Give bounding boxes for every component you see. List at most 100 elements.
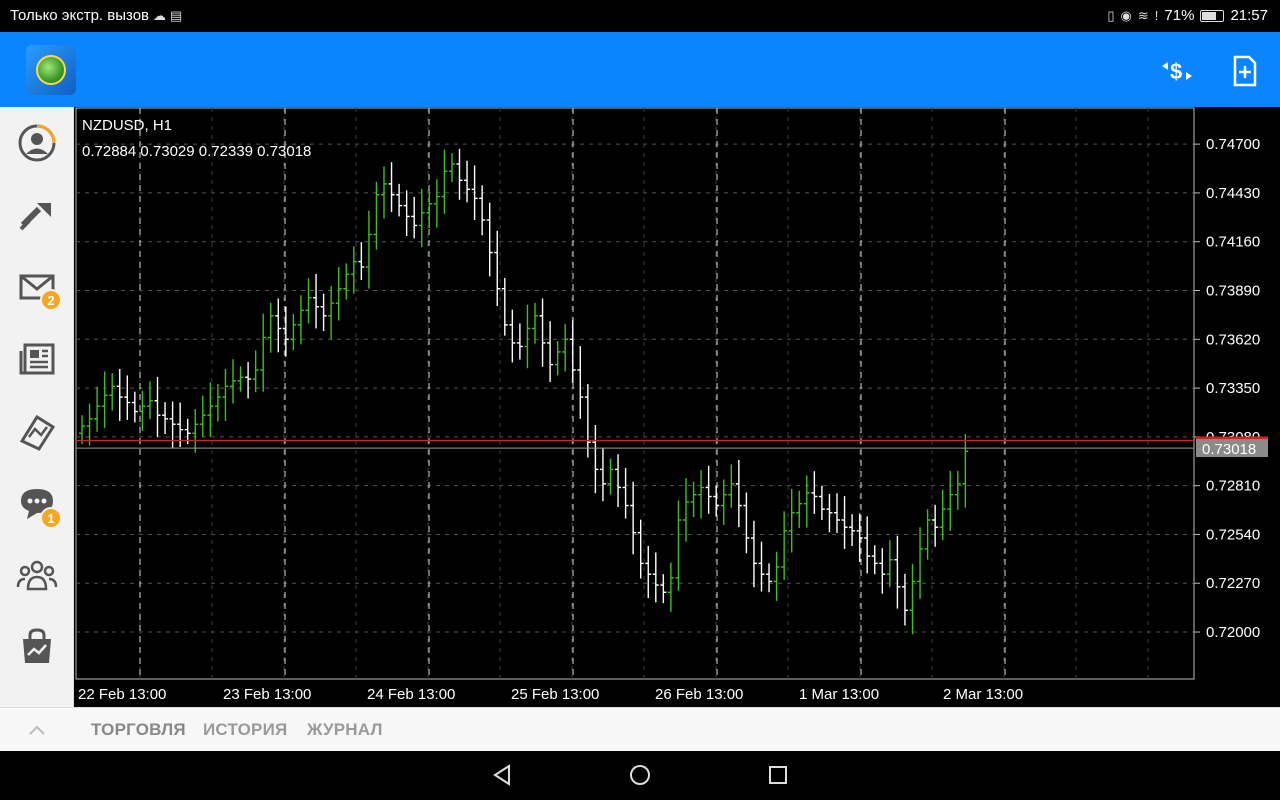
price-bar xyxy=(675,500,682,591)
sidebar-item-trade[interactable] xyxy=(0,179,73,251)
price-bar xyxy=(532,302,538,344)
chevron-up-icon[interactable] xyxy=(28,724,46,736)
metatrader-logo[interactable] xyxy=(26,45,76,95)
sidebar-item-market[interactable] xyxy=(0,611,73,683)
tradays-icon xyxy=(19,414,56,451)
price-bar xyxy=(917,527,924,599)
price-bar xyxy=(607,458,614,495)
sidebar-item-account[interactable] xyxy=(0,107,73,179)
price-bar xyxy=(554,341,561,376)
price-bar xyxy=(547,321,554,382)
price-bar xyxy=(199,395,206,438)
cloud-icon: ☁ xyxy=(153,7,167,23)
price-bar xyxy=(501,277,508,336)
price-bar xyxy=(358,242,365,281)
price-bar xyxy=(275,298,282,353)
carrier-text: Только экстр. вызов xyxy=(10,7,150,24)
news-icon xyxy=(19,343,55,375)
y-tick-label: 0.74430 xyxy=(1206,185,1260,202)
price-bar xyxy=(396,183,403,217)
price-bar xyxy=(577,346,584,419)
price-bar xyxy=(335,267,342,321)
price-bar xyxy=(305,278,312,324)
account-icon xyxy=(18,124,56,162)
price-bar xyxy=(652,552,659,603)
price-bar xyxy=(433,179,440,228)
price-bar xyxy=(509,309,516,363)
price-bar xyxy=(267,302,274,353)
market-icon xyxy=(23,628,51,663)
price-bar xyxy=(116,368,123,421)
price-bar xyxy=(124,375,131,420)
sidebar-item-community[interactable] xyxy=(0,539,73,611)
tab-trade[interactable]: ТОРГОВЛЯ xyxy=(91,720,186,740)
clock: 21:57 xyxy=(1230,7,1268,24)
x-tick-label: 22 Feb 13:00 xyxy=(78,686,166,703)
price-bar xyxy=(109,373,116,411)
price-bar xyxy=(796,490,803,528)
price-bar xyxy=(403,190,410,236)
price-bar xyxy=(448,153,455,183)
price-bar xyxy=(320,293,327,331)
sidebar-item-tradays[interactable] xyxy=(0,395,73,467)
price-bar xyxy=(803,475,810,528)
price-bar xyxy=(524,304,531,369)
tab-journal[interactable]: ЖУРНАЛ xyxy=(307,720,383,740)
price-bar xyxy=(773,551,780,601)
chart-ohlc-values: 0.72884 0.73029 0.72339 0.73018 xyxy=(82,143,312,160)
price-bar xyxy=(411,196,418,239)
new-order-button[interactable] xyxy=(1226,52,1264,90)
sidebar-item-mail[interactable]: 2 xyxy=(0,251,73,323)
x-tick-label: 26 Feb 13:00 xyxy=(655,686,743,703)
tab-history[interactable]: ИСТОРИЯ xyxy=(203,720,287,740)
price-bar xyxy=(841,496,848,549)
vibrate-icon: ▯ xyxy=(1107,7,1115,23)
mail-badge: 2 xyxy=(40,289,62,311)
price-bar xyxy=(781,511,788,580)
price-bar xyxy=(932,504,939,547)
price-bar xyxy=(230,359,236,404)
y-tick-label: 0.72540 xyxy=(1206,526,1260,543)
battery-percent: 71% xyxy=(1164,7,1195,24)
price-bar xyxy=(954,470,961,510)
recents-icon[interactable] xyxy=(766,763,790,787)
price-bar xyxy=(297,295,304,345)
chat-badge: 1 xyxy=(40,507,62,529)
price-bar xyxy=(637,519,644,579)
price-bar xyxy=(516,323,523,360)
price-bar xyxy=(660,574,667,604)
sidebar-item-news[interactable] xyxy=(0,323,73,395)
chart-symbol-title: NZDUSD, H1 xyxy=(82,117,173,134)
price-bar xyxy=(418,188,425,248)
price-bar xyxy=(86,403,93,446)
x-tick-label: 24 Feb 13:00 xyxy=(367,686,455,703)
price-bar xyxy=(464,160,471,203)
price-bar xyxy=(426,190,433,228)
back-icon[interactable] xyxy=(490,763,514,787)
bottom-tabs: ТОРГОВЛЯ ИСТОРИЯ ЖУРНАЛ xyxy=(0,707,1280,751)
home-icon[interactable] xyxy=(628,763,652,787)
chart-frame xyxy=(75,107,1195,680)
sidebar-item-chat[interactable]: 1 xyxy=(0,467,73,539)
price-bar xyxy=(909,564,916,635)
price-bar xyxy=(365,210,372,289)
price-bar xyxy=(735,459,742,528)
x-tick-label: 23 Feb 13:00 xyxy=(223,686,311,703)
app-bar: $ xyxy=(0,32,1280,107)
price-bar xyxy=(645,546,652,599)
price-bar xyxy=(856,513,863,562)
trade-icon xyxy=(19,203,51,231)
price-bar xyxy=(720,479,727,526)
y-tick-label: 0.72810 xyxy=(1206,478,1260,495)
price-bar xyxy=(328,285,335,340)
price-bar xyxy=(901,573,908,626)
chart-area[interactable]: 0.74700 0.74430 0.74160 0.73890 0.73620 0.733… xyxy=(74,107,1280,707)
x-tick-label: 1 Mar 13:00 xyxy=(799,686,879,703)
symbols-button[interactable]: $ xyxy=(1158,52,1196,90)
price-bar xyxy=(615,454,622,507)
price-bar xyxy=(94,386,101,432)
price-bar xyxy=(343,263,350,300)
price-bar xyxy=(486,202,493,277)
price-chart[interactable]: 0.74700 0.74430 0.74160 0.73890 0.73620 0.733… xyxy=(74,107,1280,707)
price-bar xyxy=(381,166,387,219)
